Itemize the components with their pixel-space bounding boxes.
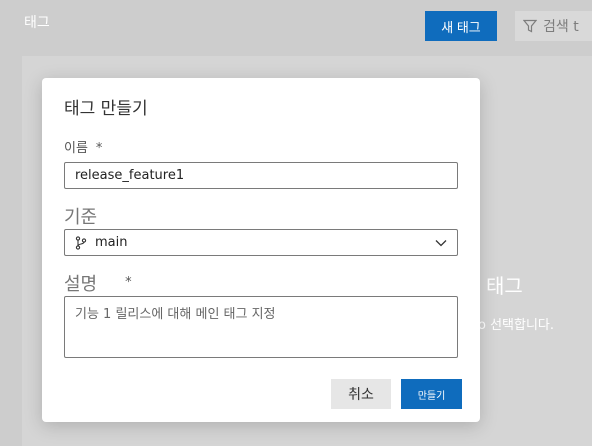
create-button[interactable]: 만들기 [401, 379, 462, 409]
search-label: 검색 t [543, 19, 579, 35]
name-input-value: release_feature1 [75, 168, 185, 183]
description-label-text: 설명 [64, 274, 98, 295]
description-label: 설명 * [64, 270, 132, 296]
name-input[interactable]: release_feature1 [64, 162, 458, 189]
new-tag-button[interactable]: 새 태그 [425, 11, 497, 41]
cancel-button[interactable]: 취소 [331, 379, 391, 409]
create-tag-dialog: 태그 만들기 이름 * release_feature1 기준 main 설명 … [42, 78, 480, 422]
base-branch-dropdown[interactable]: main [64, 229, 458, 256]
name-required-marker: * [95, 141, 103, 156]
page-title: 태그 [24, 15, 50, 31]
description-textarea[interactable]: 기능 1 릴리스에 대해 메인 태그 지정 [64, 296, 458, 358]
base-label: 기준 [64, 207, 98, 228]
description-required-marker: * [125, 275, 132, 290]
name-label-text: 이름 [64, 141, 88, 156]
search-filter[interactable]: 검색 t [515, 11, 592, 41]
filter-funnel-icon [523, 19, 537, 33]
name-label: 이름 * [64, 137, 102, 156]
git-branch-icon [75, 235, 87, 250]
empty-state-title: 태그 [486, 274, 523, 298]
dialog-title: 태그 만들기 [64, 99, 148, 119]
chevron-down-icon [435, 239, 447, 247]
empty-state-text: o 선택합니다. [478, 318, 555, 333]
description-value: 기능 1 릴리스에 대해 메인 태그 지정 [75, 307, 276, 322]
base-branch-value: main [95, 235, 128, 250]
